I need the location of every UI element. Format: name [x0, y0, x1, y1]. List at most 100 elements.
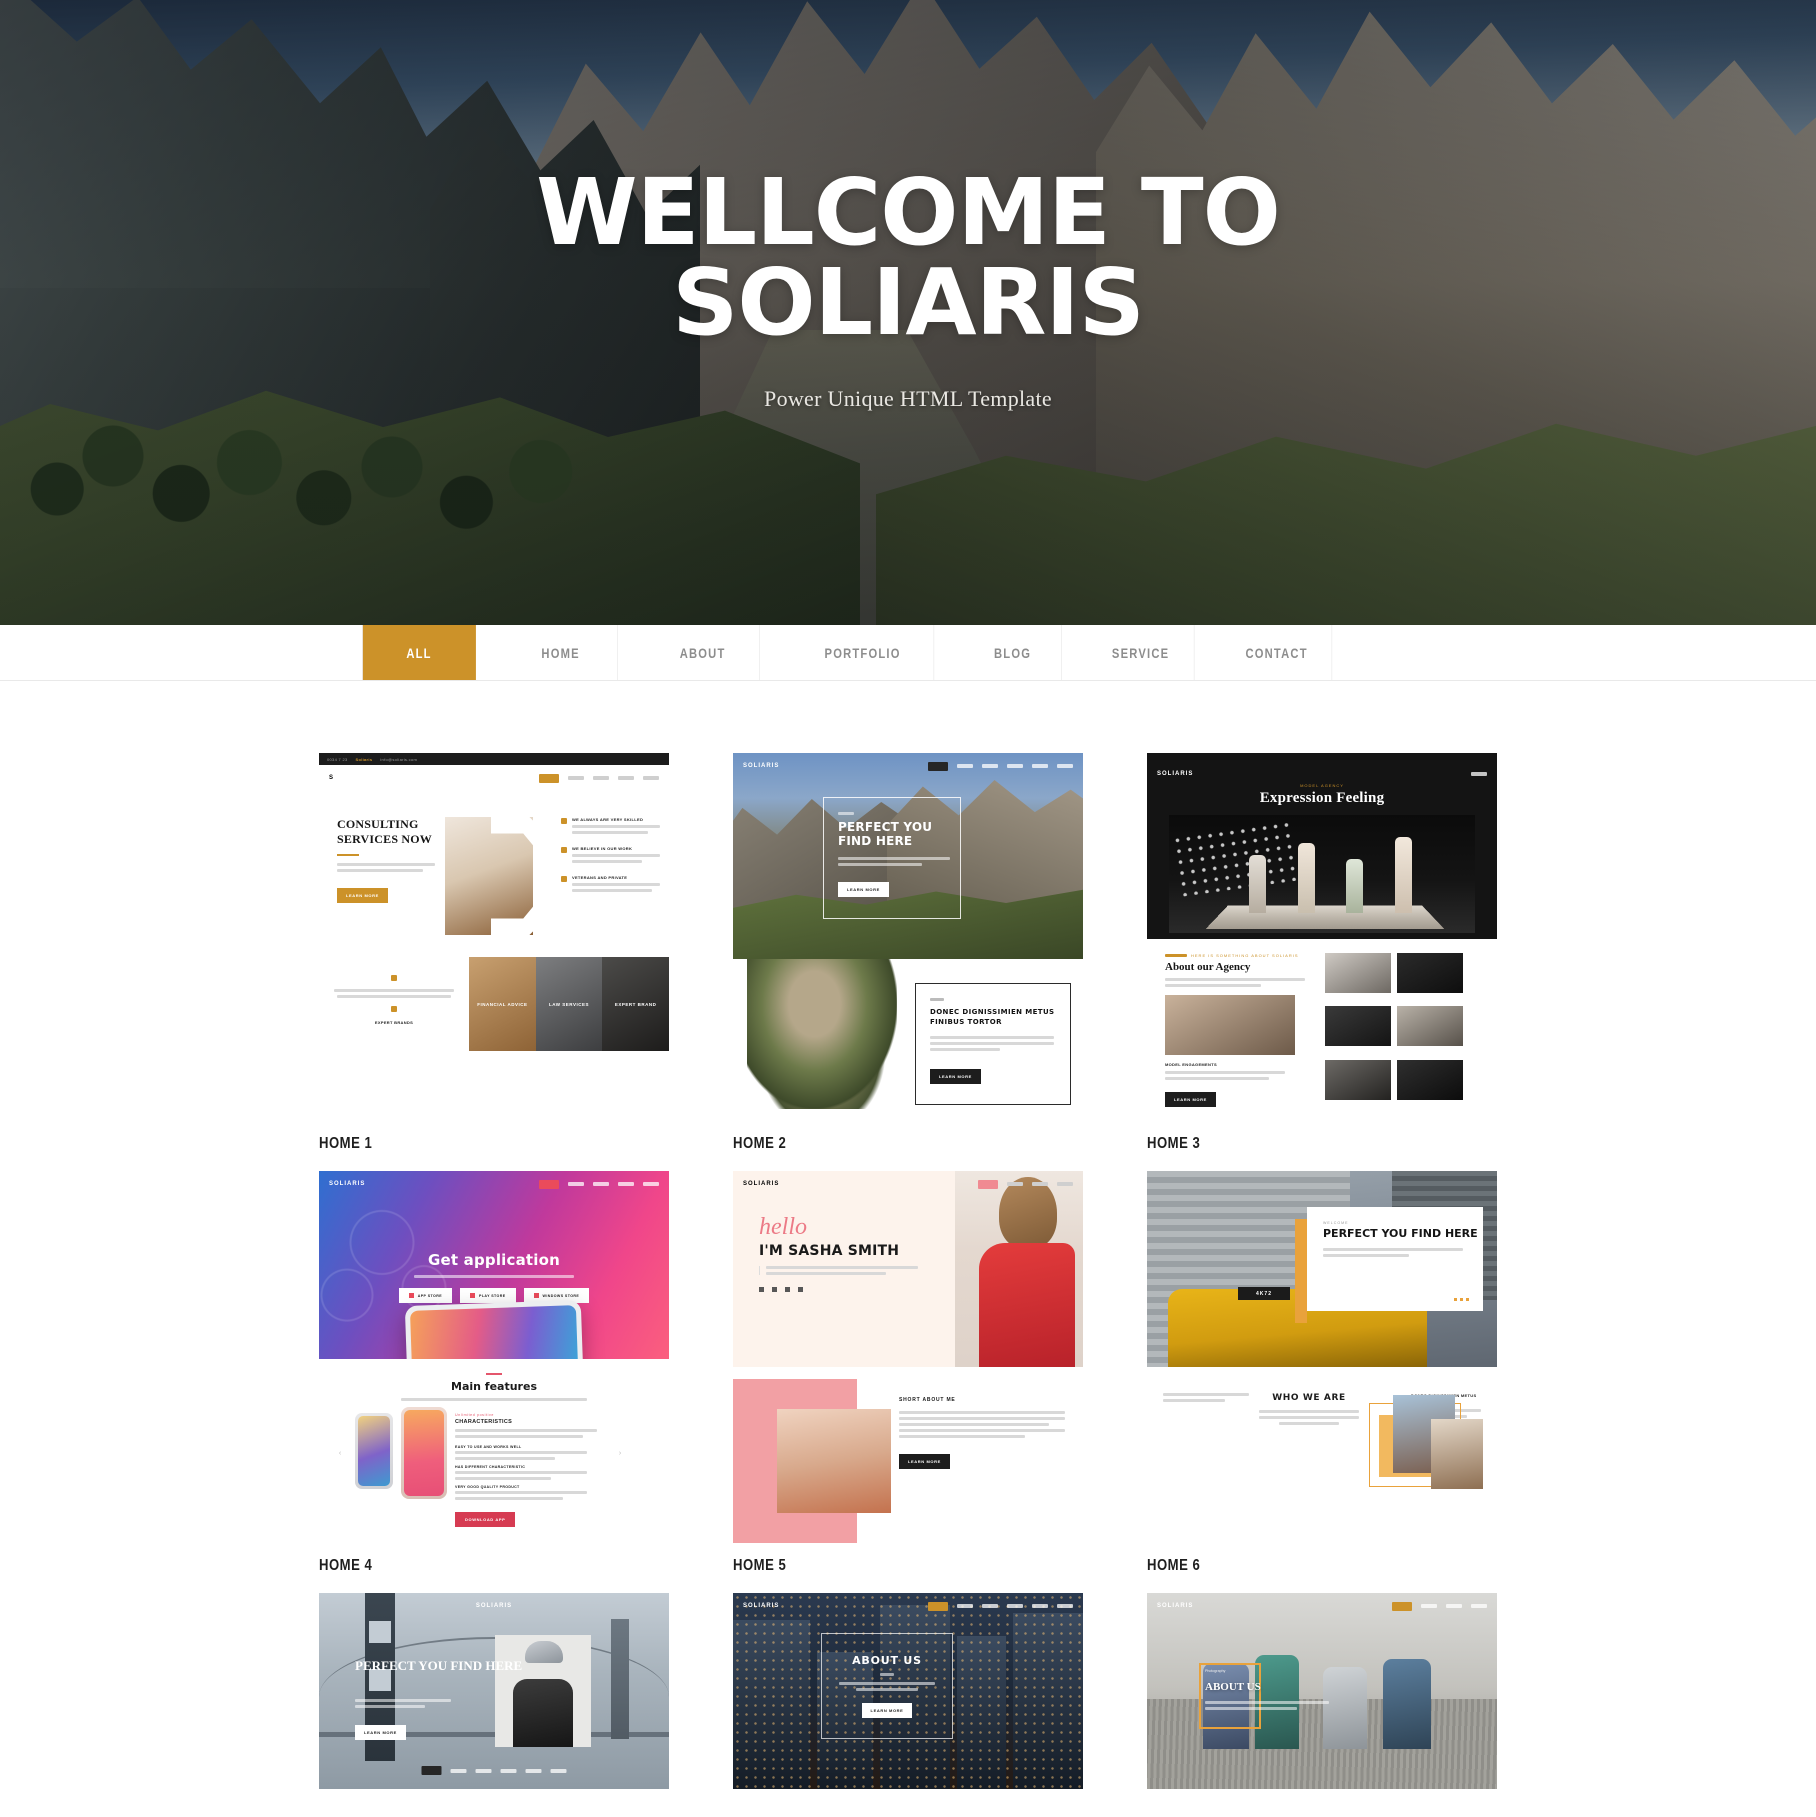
mini-nav-item[interactable] — [450, 1768, 467, 1773]
facebook-icon[interactable] — [759, 1287, 764, 1292]
gallery-card-home-6[interactable]: 4K72 WELCOME PERFECT YOU FIND HERE WHO W… — [1147, 1171, 1497, 1575]
thumbnail-about-1[interactable]: SOLIARIS ABOUT US LEARN MORE — [733, 1593, 1083, 1789]
mini-nav-item[interactable] — [957, 764, 973, 768]
mini-topbar: 0034 7 23 Soliaris info@soliaris.com — [319, 753, 669, 765]
prev-arrow-icon[interactable]: ‹ — [339, 1450, 341, 1457]
gallery-grid: 0034 7 23 Soliaris info@soliaris.com S C… — [319, 753, 1497, 1789]
learn-more-button[interactable]: LEARN MORE — [930, 1068, 981, 1084]
learn-more-button[interactable]: LEARN MORE — [838, 881, 889, 897]
mini-nav-item[interactable] — [618, 776, 634, 780]
thumbnail-home-2[interactable]: SOLIARIS PERFECT YOU FIND HERE LEARN MOR… — [733, 753, 1083, 1121]
mini-nav-item[interactable] — [982, 764, 998, 768]
mini-nav-item[interactable] — [1421, 1604, 1437, 1608]
mini-card[interactable]: EXPERT BRAND — [602, 957, 669, 1051]
mini-paragraph — [337, 863, 439, 873]
nav-item-about[interactable]: ABOUT — [646, 625, 760, 680]
mini-nav-item[interactable] — [1032, 1604, 1048, 1608]
mini-nav-item[interactable] — [475, 1768, 492, 1773]
thumbnail-about-2[interactable]: SOLIARIS Photography ABOUT US — [1147, 1593, 1497, 1789]
gallery-card-home-3[interactable]: SOLIARIS MODEL AGENCY Expression Feeling — [1147, 753, 1497, 1153]
thumbnail-home-1[interactable]: 0034 7 23 Soliaris info@soliaris.com S C… — [319, 753, 669, 1121]
check-icon — [561, 847, 567, 853]
gallery-section: 0034 7 23 Soliaris info@soliaris.com S C… — [0, 681, 1816, 1789]
mini-nav-item[interactable] — [593, 1182, 609, 1186]
carousel-dot[interactable] — [1454, 1298, 1457, 1301]
mini-nav-item[interactable] — [500, 1768, 517, 1773]
mini-nav-item[interactable] — [1007, 1604, 1023, 1608]
mini-nav-item[interactable] — [1057, 1182, 1073, 1186]
mini-logo: SOLIARIS — [329, 1181, 366, 1187]
mini-nav[interactable] — [928, 761, 1073, 771]
gallery-card-home-7[interactable]: SOLIARIS PERFECT YOU FIND HERE LEARN MOR… — [319, 1593, 669, 1789]
mini-nav[interactable] — [539, 773, 659, 783]
gallery-card-home-4[interactable]: SOLIARIS Get application APP STORE PLAY … — [319, 1171, 669, 1575]
thumbnail-home-5[interactable]: SOLIARIS hello I'M SASHA SMITH SHORT ABO… — [733, 1171, 1083, 1543]
mini-nav-item[interactable] — [643, 776, 659, 780]
learn-more-button[interactable]: LEARN MORE — [337, 888, 388, 904]
mini-nav-item[interactable] — [593, 776, 609, 780]
gallery-card-home-1[interactable]: 0034 7 23 Soliaris info@soliaris.com S C… — [319, 753, 669, 1153]
nav-item-blog[interactable]: BLOG — [964, 625, 1062, 680]
mini-nav-item[interactable] — [568, 776, 584, 780]
learn-more-button[interactable]: LEARN MORE — [1165, 1092, 1216, 1107]
learn-more-button[interactable]: LEARN MORE — [861, 1703, 913, 1718]
gallery-card-home-2[interactable]: SOLIARIS PERFECT YOU FIND HERE LEARN MOR… — [733, 753, 1083, 1153]
mini-nav-item[interactable] — [1471, 1604, 1487, 1608]
nav-item-service[interactable]: SERVICE — [1087, 625, 1195, 680]
instagram-icon[interactable] — [798, 1287, 803, 1292]
mini-kicker: HERE IS SOMETHING ABOUT SOLIARIS — [1191, 953, 1299, 958]
learn-more-button[interactable]: LEARN MORE — [899, 1454, 950, 1469]
next-arrow-icon[interactable]: › — [619, 1450, 621, 1457]
mini-card-title: EXPERT BRAND — [614, 1001, 657, 1007]
carousel-dot[interactable] — [1466, 1298, 1469, 1301]
mini-nav-item[interactable] — [1007, 1182, 1023, 1186]
mini-nav-item[interactable] — [525, 1768, 542, 1773]
mini-nav-item[interactable] — [1032, 1182, 1048, 1186]
mini-card[interactable]: FINANCIAL ADVICE — [469, 957, 536, 1051]
social-icons[interactable] — [759, 1287, 963, 1292]
pinterest-icon[interactable] — [785, 1287, 790, 1292]
mini-nav-active[interactable] — [928, 1601, 948, 1611]
thumbnail-home-3[interactable]: SOLIARIS MODEL AGENCY Expression Feeling — [1147, 753, 1497, 1121]
mini-nav-item[interactable] — [1032, 764, 1048, 768]
carousel-dot[interactable] — [1460, 1298, 1463, 1301]
thumbnail-home-4[interactable]: SOLIARIS Get application APP STORE PLAY … — [319, 1171, 669, 1543]
mini-nav-item[interactable] — [1057, 764, 1073, 768]
mini-nav-active[interactable] — [539, 773, 559, 783]
mini-nav-item[interactable] — [1007, 764, 1023, 768]
twitter-icon[interactable] — [772, 1287, 777, 1292]
mini-nav-active[interactable] — [978, 1179, 998, 1189]
nav-item-contact[interactable]: CONTACT — [1222, 625, 1333, 680]
carousel-dots[interactable] — [1454, 1298, 1469, 1301]
mini-nav-item[interactable] — [957, 1604, 973, 1608]
mini-quote: EXPERT BRANDS — [319, 957, 469, 1051]
mini-nav-item[interactable] — [618, 1182, 634, 1186]
gallery-card-about-2[interactable]: SOLIARIS Photography ABOUT US — [1147, 1593, 1497, 1789]
thumbnail-home-7[interactable]: SOLIARIS PERFECT YOU FIND HERE LEARN MOR… — [319, 1593, 669, 1789]
mini-nav-item[interactable] — [568, 1182, 584, 1186]
mini-nav-active[interactable] — [1392, 1601, 1412, 1611]
mini-nav-item[interactable] — [643, 1182, 659, 1186]
mini-nav-item[interactable] — [1446, 1604, 1462, 1608]
menu-icon[interactable] — [1471, 772, 1487, 776]
gallery-card-home-5[interactable]: SOLIARIS hello I'M SASHA SMITH SHORT ABO… — [733, 1171, 1083, 1575]
mini-characteristics: Unlimited positive CHARACTERISTICS EASY … — [455, 1413, 605, 1527]
nav-item-all[interactable]: ALL — [362, 625, 476, 680]
mini-nav-active[interactable] — [539, 1179, 559, 1189]
mini-nav-active[interactable] — [928, 761, 948, 771]
portrait-hat — [525, 1641, 563, 1663]
mini-kicker: MODEL AGENCY — [1300, 783, 1344, 788]
mini-nav-item[interactable] — [550, 1768, 567, 1773]
nav-item-portfolio[interactable]: PORTFOLIO — [792, 625, 935, 680]
mini-nav-active[interactable] — [421, 1766, 442, 1775]
thumbnail-home-6[interactable]: 4K72 WELCOME PERFECT YOU FIND HERE WHO W… — [1147, 1171, 1497, 1543]
mini-phone-mockup — [355, 1413, 393, 1489]
mini-nav-item[interactable] — [1057, 1604, 1073, 1608]
mini-card[interactable]: LAW SERVICES — [535, 957, 603, 1051]
mini-nav-item[interactable] — [982, 1604, 998, 1608]
mini-logo: S — [329, 775, 335, 781]
learn-more-button[interactable]: LEARN MORE — [355, 1725, 406, 1740]
gallery-card-about-1[interactable]: SOLIARIS ABOUT US LEARN MORE — [733, 1593, 1083, 1789]
nav-item-home[interactable]: HOME — [504, 625, 618, 680]
download-app-button[interactable]: DOWNLOAD APP — [455, 1512, 516, 1527]
